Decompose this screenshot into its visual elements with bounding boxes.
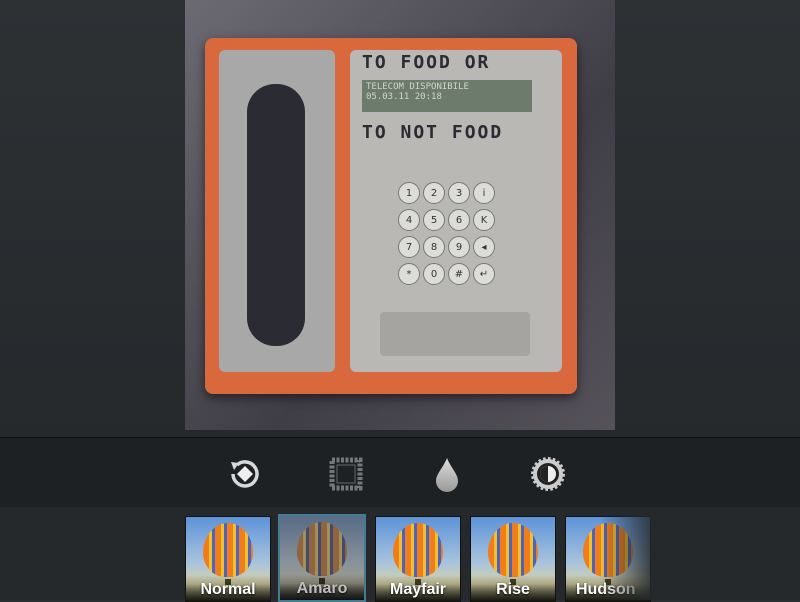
keypad-key: 4 <box>398 209 420 231</box>
keypad-key: i <box>473 182 495 204</box>
filter-label: Mayfair <box>389 581 447 598</box>
keypad-key: 8 <box>423 236 445 258</box>
keypad-key: 6 <box>448 209 470 231</box>
balloon-thumbnail <box>297 522 347 576</box>
keypad-key: 7 <box>398 236 420 258</box>
rotate-button[interactable] <box>225 454 265 494</box>
filter-normal[interactable]: Normal <box>185 516 271 602</box>
filter-mayfair[interactable]: Mayfair <box>375 516 461 602</box>
photo-stage: TO FOOD OR TELECOM DISPONIBILE 05.03.11 … <box>0 0 800 437</box>
tilt-shift-button[interactable] <box>427 454 467 494</box>
lcd-line-1: TELECOM DISPONIBILE <box>366 82 469 92</box>
keypad-key: 3 <box>448 182 470 204</box>
frame-icon <box>329 457 363 491</box>
edit-toolbar <box>0 437 800 508</box>
keypad-key: # <box>448 263 470 285</box>
rotate-icon <box>231 460 259 488</box>
filter-label: Amaro <box>296 580 348 597</box>
scribble-bottom: TO NOT FOOD <box>362 122 504 143</box>
lcd-line-2: 05.03.11 20:18 <box>366 92 442 102</box>
balloon-thumbnail <box>488 523 538 577</box>
filter-amaro[interactable]: Amaro <box>278 514 366 602</box>
photo-preview: TO FOOD OR TELECOM DISPONIBILE 05.03.11 … <box>185 0 615 430</box>
lux-button[interactable] <box>528 454 568 494</box>
keypad-key: ↵ <box>473 263 495 285</box>
payphone-image: TO FOOD OR TELECOM DISPONIBILE 05.03.11 … <box>205 38 577 394</box>
keypad-key: ◂ <box>473 236 495 258</box>
filter-label: Normal <box>200 581 256 598</box>
border-button[interactable] <box>326 454 366 494</box>
filter-strip[interactable]: Normal Amaro Mayfair Rise Hudson <box>0 507 800 602</box>
strip-fade <box>600 507 800 600</box>
keypad-key: 1 <box>398 182 420 204</box>
handset-panel <box>219 50 335 372</box>
keypad: 1 2 3 i 4 5 6 K 7 8 9 ◂ * 0 # ↵ <box>398 182 495 285</box>
handset <box>247 84 305 346</box>
filter-rise[interactable]: Rise <box>470 516 556 602</box>
keypad-key: 2 <box>423 182 445 204</box>
card-slot <box>380 312 530 356</box>
keypad-panel: TO FOOD OR TELECOM DISPONIBILE 05.03.11 … <box>350 50 562 372</box>
keypad-key: 5 <box>423 209 445 231</box>
tilt-shift-drop-icon <box>436 458 458 492</box>
balloon-thumbnail <box>203 523 253 577</box>
scribble-top: TO FOOD OR <box>362 52 491 73</box>
keypad-key: * <box>398 263 420 285</box>
lcd-display: TELECOM DISPONIBILE 05.03.11 20:18 <box>362 80 532 112</box>
keypad-key: 9 <box>448 236 470 258</box>
balloon-thumbnail <box>393 523 443 577</box>
brightness-icon <box>531 457 565 491</box>
filter-label: Rise <box>496 581 530 598</box>
keypad-key: 0 <box>423 263 445 285</box>
keypad-key: K <box>473 209 495 231</box>
